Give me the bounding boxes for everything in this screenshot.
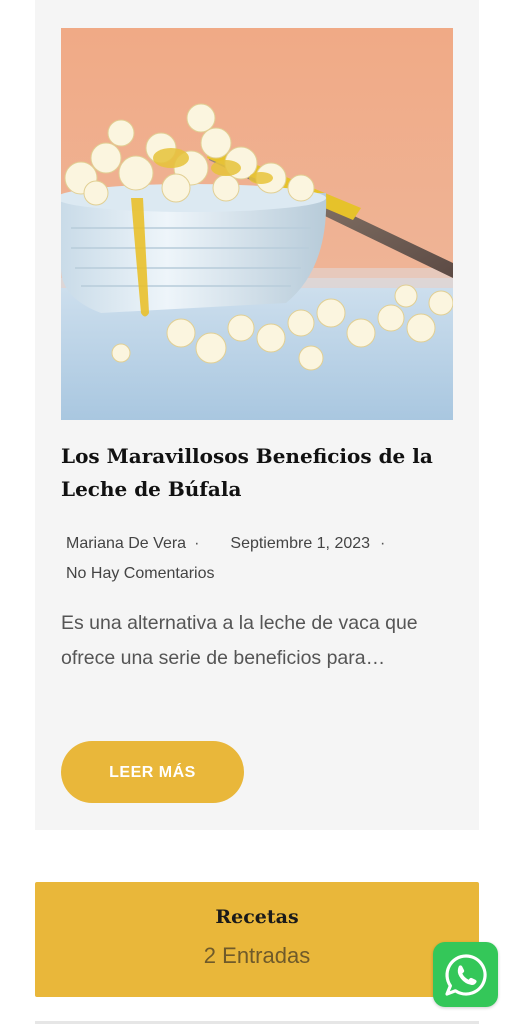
post-meta: Mariana De Vera · Septiembre 1, 2023 · No H… [66,529,466,589]
whatsapp-button[interactable] [433,942,498,1007]
post-excerpt: Es una alternativa a la leche de vaca qu… [61,612,418,669]
meta-separator: · [380,535,386,552]
post-image[interactable] [61,28,453,420]
category-card[interactable]: Recetas 2 Entradas [35,882,479,997]
post-card: Los Maravillosos Beneficios de la Leche … [35,0,479,830]
category-title: Recetas [215,906,299,928]
post-author[interactable]: Mariana De Vera [66,535,186,552]
meta-separator: · [194,535,200,552]
read-more-button[interactable]: LEER MÁS [61,741,244,803]
post-date[interactable]: Septiembre 1, 2023 [230,535,370,552]
post-title[interactable]: Los Maravillosos Beneficios de la Leche … [61,440,457,506]
whatsapp-icon [444,953,487,996]
post-comments[interactable]: No Hay Comentarios [66,565,215,582]
category-count: 2 Entradas [203,943,311,968]
page: Los Maravillosos Beneficios de la Leche … [0,0,519,1024]
